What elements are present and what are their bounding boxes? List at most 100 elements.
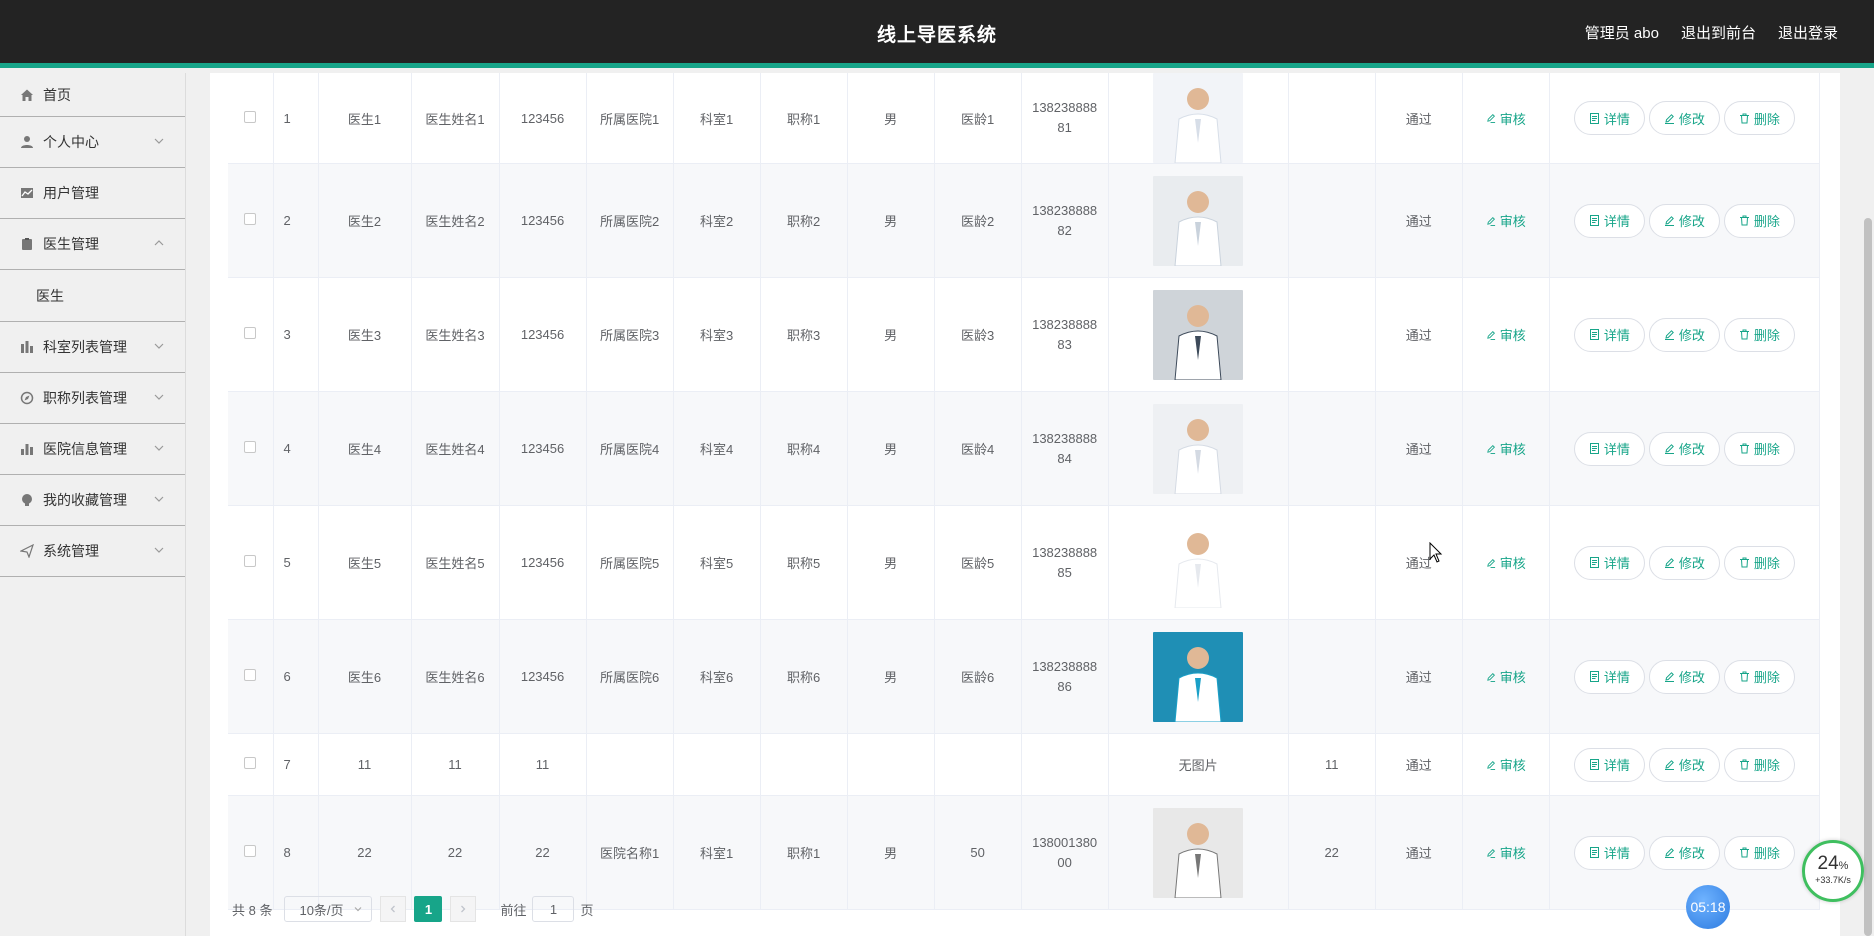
checkbox-cell[interactable] [228,391,274,506]
doctor-title: 职称6 [760,619,848,734]
delete-button[interactable]: 删除 [1723,659,1795,694]
table-row[interactable]: 4 医生4 医生姓名4 123456 所属医院4 科室4 职称4 男医龄4 138238888 8… [228,391,1821,506]
doctor-photo-image[interactable] [1153,807,1244,898]
doctor-photo-image[interactable] [1153,631,1244,722]
sidebar-subitem-doctor[interactable]: 医生 [0,270,185,322]
table-row[interactable]: 5 医生5 医生姓名5 123456 所属医院5 科室5 职称5 男医龄5 138238888 8… [228,505,1821,620]
checkbox-cell[interactable] [228,733,274,796]
checkbox-cell[interactable] [228,277,274,392]
audit-label: 审核 [1499,556,1526,571]
actions-cell: 详情 修改 删除 [1549,795,1821,910]
detail-button[interactable]: 详情 [1573,431,1645,466]
edit-button[interactable]: 修改 [1648,835,1720,870]
edit-button[interactable]: 修改 [1648,101,1720,135]
audit-button[interactable]: 审核 [1486,109,1526,128]
edit-button[interactable]: 修改 [1648,747,1720,782]
delete-label: 删除 [1753,328,1780,343]
table-row[interactable]: 6 医生6 医生姓名6 123456 所属医院6 科室6 职称6 男医龄6 138238888 8… [228,619,1821,734]
prev-page-button[interactable] [380,896,407,922]
sidebar-item-users[interactable]: 用户管理 [0,168,185,219]
row-checkbox[interactable] [244,213,257,225]
detail-button[interactable]: 详情 [1573,317,1645,352]
edit-button[interactable]: 修改 [1648,317,1720,352]
table-row[interactable]: 2 医生2 医生姓名2 123456 所属医院2 科室2 职称2 男医龄2 138238888 8… [228,163,1821,278]
row-checkbox[interactable] [244,555,257,567]
sidebar-item-personal[interactable]: 个人中心 [0,117,185,168]
delete-button[interactable]: 删除 [1723,431,1795,466]
detail-button[interactable]: 详情 [1573,659,1645,694]
table-row[interactable]: 1 医生1 医生姓名1 123456 所属医院1 科室1 职称1 男医龄1 138238888 8… [228,73,1821,164]
page-size-select[interactable]: 10条/页 [284,896,373,922]
checkbox-cell[interactable] [228,795,274,910]
detail-label: 详情 [1603,846,1630,861]
audit-button[interactable]: 审核 [1486,843,1526,862]
sidebar-item-home[interactable]: 首页 [0,73,185,117]
exit-to-frontend-link[interactable]: 退出到前台 [1681,22,1756,43]
network-speed-widget[interactable]: 24% +33.7K/s [1802,840,1864,902]
row-checkbox[interactable] [244,110,257,123]
photo-cell [1108,391,1289,506]
next-page-button[interactable] [450,896,477,922]
row-checkbox[interactable] [244,669,257,681]
delete-button[interactable]: 删除 [1723,747,1795,782]
audit-button[interactable]: 审核 [1486,667,1526,686]
checkbox-cell[interactable] [228,505,274,620]
delete-button[interactable]: 删除 [1723,101,1795,135]
audit-button[interactable]: 审核 [1486,325,1526,344]
row-checkbox[interactable] [244,441,257,453]
detail-button[interactable]: 详情 [1573,747,1645,782]
row-checkbox[interactable] [244,845,257,857]
recording-timer[interactable]: 05:18 [1686,885,1730,929]
doctor-photo-image[interactable] [1153,517,1244,608]
logout-link[interactable]: 退出登录 [1778,22,1838,43]
audit-button[interactable]: 审核 [1486,755,1526,774]
page-scrollbar[interactable] [1864,218,1872,936]
document-icon [1589,847,1599,858]
sidebar-item-favorites[interactable]: 我的收藏管理 [0,475,185,526]
checkbox-cell[interactable] [228,73,274,164]
doctor-photo-image[interactable] [1153,403,1244,494]
sidebar-item-hospitals[interactable]: 医院信息管理 [0,424,185,475]
sidebar-item-doctors[interactable]: 医生管理 [0,219,185,270]
phone-line-1: 138238888 [1032,316,1098,332]
delete-label: 删除 [1753,670,1780,685]
doctor-photo-image[interactable] [1153,175,1244,266]
doctor-photo-image[interactable] [1153,73,1244,163]
edit-icon [1664,216,1674,226]
edit-button[interactable]: 修改 [1648,203,1720,238]
delete-button[interactable]: 删除 [1723,317,1795,352]
detail-button[interactable]: 详情 [1573,835,1645,870]
table-row[interactable]: 7 11 11 11 无图片 11 通过 审核 详情 修改 删除 [228,733,1821,796]
detail-button[interactable]: 详情 [1573,203,1645,238]
edit-icon [1664,444,1674,454]
checkbox-cell[interactable] [228,619,274,734]
doctor-gender: 男 [847,505,935,620]
row-checkbox[interactable] [244,757,257,769]
checkbox-cell[interactable] [228,163,274,278]
row-checkbox[interactable] [244,327,257,339]
sidebar-item-label: 用户管理 [43,185,99,201]
doctor-photo-image[interactable] [1153,289,1244,380]
sidebar-item-system[interactable]: 系统管理 [0,526,185,577]
table-row[interactable]: 3 医生3 医生姓名3 123456 所属医院3 科室3 职称3 男医龄3 138238888 8… [228,277,1821,392]
doctor-title: 职称1 [760,795,848,910]
delete-button[interactable]: 删除 [1723,545,1795,580]
sidebar-item-titles[interactable]: 职称列表管理 [0,373,185,424]
audit-button[interactable]: 审核 [1486,211,1526,230]
detail-button[interactable]: 详情 [1573,101,1645,135]
edit-button[interactable]: 修改 [1648,545,1720,580]
goto-page-input[interactable]: 1 [532,896,575,922]
page-number-current[interactable]: 1 [414,896,443,922]
edit-button[interactable]: 修改 [1648,659,1720,694]
delete-button[interactable]: 删除 [1723,203,1795,238]
chevron-down-icon [154,496,164,502]
audit-status: 通过 [1375,619,1463,734]
audit-button[interactable]: 审核 [1486,439,1526,458]
actions-cell: 详情 修改 删除 [1549,733,1821,796]
edit-button[interactable]: 修改 [1648,431,1720,466]
delete-button[interactable]: 删除 [1723,835,1795,870]
detail-button[interactable]: 详情 [1573,545,1645,580]
audit-button[interactable]: 审核 [1486,553,1526,572]
sidebar-item-departments[interactable]: 科室列表管理 [0,322,185,373]
table-row[interactable]: 8 22 22 22 医院名称1 科室1 职称1 男 50 138001380 00 22 通过 审核 详情… [228,795,1821,910]
